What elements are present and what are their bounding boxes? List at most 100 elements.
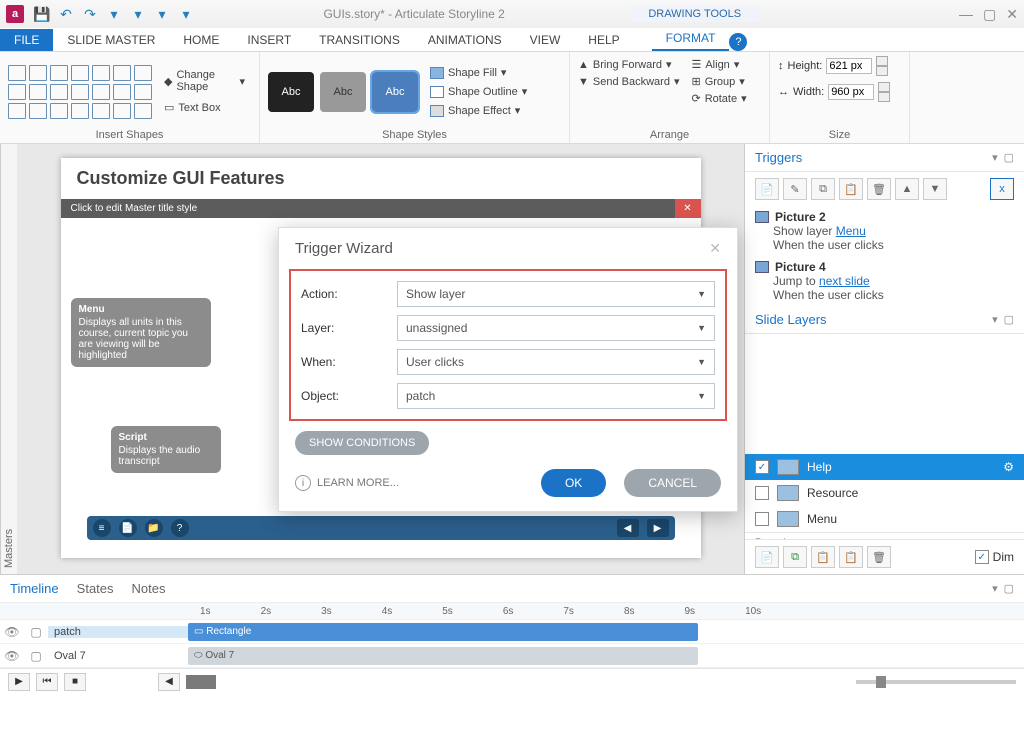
trigger-down-button[interactable]: ▼	[923, 178, 947, 200]
trigger-vars-button[interactable]: x	[990, 178, 1014, 200]
layer-delete-button[interactable]: 🗑	[867, 546, 891, 568]
trigger-link-menu[interactable]: Menu	[836, 224, 866, 238]
qat-redo-icon[interactable]: ↷	[80, 4, 100, 24]
close-icon[interactable]: ✕	[1006, 6, 1018, 23]
layer-menu[interactable]: Menu	[745, 506, 1024, 532]
align-button[interactable]: ☰ Align ▾	[691, 56, 746, 73]
tab-view[interactable]: VIEW	[516, 29, 575, 51]
layer-resource[interactable]: Resource	[745, 480, 1024, 506]
tab-slide-master[interactable]: SLIDE MASTER	[53, 29, 169, 51]
eye-icon[interactable]: 👁	[0, 625, 24, 639]
tab-states[interactable]: States	[77, 581, 114, 596]
minimize-icon[interactable]: —	[959, 6, 973, 23]
layer-select[interactable]: unassigned▼	[397, 315, 715, 341]
trigger-link-next[interactable]: next slide	[819, 274, 870, 288]
layer-visible-checkbox[interactable]	[755, 486, 769, 500]
layer-visible-checkbox[interactable]: ✓	[755, 460, 769, 474]
qat-dropdown-2[interactable]: ▾	[128, 4, 148, 24]
send-backward-button[interactable]: ▼ Send Backward ▾	[578, 73, 679, 90]
trigger-edit-button[interactable]: ✎	[783, 178, 807, 200]
tab-transitions[interactable]: TRANSITIONS	[305, 29, 414, 51]
layer-dup-button[interactable]: ⧉	[783, 546, 807, 568]
maximize-icon[interactable]: ▢	[983, 6, 996, 23]
layer-copy-button[interactable]: 📋	[811, 546, 835, 568]
width-input[interactable]	[828, 84, 874, 100]
change-shape-button[interactable]: ◆ Change Shape ▾	[158, 67, 251, 95]
tab-insert[interactable]: INSERT	[233, 29, 305, 51]
trigger-delete-button[interactable]: 🗑	[867, 178, 891, 200]
slide-bar-close-icon[interactable]: ✕	[675, 199, 701, 218]
shape-gallery[interactable]	[8, 65, 152, 119]
gear-icon[interactable]: ⚙	[1003, 460, 1014, 474]
timeline-ruler[interactable]: 1s2s3s4s5s6s7s8s9s10s	[0, 602, 1024, 620]
trigger-item-picture2[interactable]: Picture 2 Show layer Menu When the user …	[745, 206, 1024, 256]
nav-folder-icon[interactable]: 📁	[145, 519, 163, 537]
tab-home[interactable]: HOME	[169, 29, 233, 51]
height-field[interactable]: ↕ Height:	[778, 56, 888, 76]
learn-more-link[interactable]: iLEARN MORE...	[295, 475, 399, 491]
play-button[interactable]: ▶	[8, 673, 30, 691]
nav-menu-icon[interactable]: ≡	[93, 519, 111, 537]
layer-visible-checkbox[interactable]	[755, 512, 769, 526]
trigger-new-button[interactable]: 📄	[755, 178, 779, 200]
layer-new-button[interactable]: 📄	[755, 546, 779, 568]
action-select[interactable]: Show layer▼	[397, 281, 715, 307]
qat-save-icon[interactable]: 💾	[32, 4, 52, 24]
nav-next-button[interactable]: ▶	[647, 519, 669, 537]
timeline-row-oval[interactable]: 👁 ▢ Oval 7 ⬭ Oval 7	[0, 644, 1024, 668]
layer-paste-button[interactable]: 📋	[839, 546, 863, 568]
qat-dropdown-4[interactable]: ▾	[176, 4, 196, 24]
masters-sidepanel-tab[interactable]: Masters	[0, 144, 17, 574]
zoom-slider[interactable]	[856, 680, 1016, 684]
dialog-close-icon[interactable]: ✕	[709, 240, 721, 257]
height-input[interactable]	[826, 58, 872, 74]
when-select[interactable]: User clicks▼	[397, 349, 715, 375]
shape-fill-button[interactable]: Shape Fill ▾	[430, 64, 527, 81]
trigger-paste-button[interactable]: 📋	[839, 178, 863, 200]
undock-icon[interactable]: ▢	[1004, 582, 1014, 595]
nav-help-icon[interactable]: ?	[171, 519, 189, 537]
width-field[interactable]: ↔ Width:	[778, 82, 890, 102]
chevron-down-icon[interactable]: ▾	[992, 151, 998, 164]
style-swatch-2[interactable]: Abc	[320, 72, 366, 112]
undock-icon[interactable]: ▢	[1004, 151, 1014, 164]
layer-help[interactable]: ✓ Help ⚙	[745, 454, 1024, 480]
bring-forward-button[interactable]: ▲ Bring Forward ▾	[578, 56, 679, 73]
qat-dropdown-3[interactable]: ▾	[152, 4, 172, 24]
rotate-button[interactable]: ⟳ Rotate ▾	[691, 90, 746, 107]
lock-icon[interactable]: ▢	[24, 625, 48, 639]
nav-prev-button[interactable]: ◀	[617, 519, 639, 537]
scrollbar-thumb[interactable]	[186, 675, 216, 689]
tab-format[interactable]: FORMAT	[652, 27, 730, 51]
master-title-bar[interactable]: Click to edit Master title style ✕	[61, 199, 701, 218]
eye-icon[interactable]: 👁	[0, 649, 24, 663]
text-box-button[interactable]: ▭ Text Box	[158, 99, 251, 116]
cancel-button[interactable]: CANCEL	[624, 469, 721, 497]
lock-icon[interactable]: ▢	[24, 649, 48, 663]
ok-button[interactable]: OK	[541, 469, 606, 497]
qat-undo-icon[interactable]: ↶	[56, 4, 76, 24]
tab-file[interactable]: FILE	[0, 29, 53, 51]
trigger-copy-button[interactable]: ⧉	[811, 178, 835, 200]
dim-checkbox[interactable]: ✓	[975, 550, 989, 564]
tab-timeline[interactable]: Timeline	[10, 581, 59, 596]
trigger-item-picture4[interactable]: Picture 4 Jump to next slide When the us…	[745, 256, 1024, 306]
undock-icon[interactable]: ▢	[1004, 313, 1014, 326]
chevron-down-icon[interactable]: ▾	[992, 313, 998, 326]
timeline-bar-oval[interactable]: ⬭ Oval 7	[188, 647, 698, 665]
tab-help[interactable]: HELP	[574, 29, 633, 51]
shape-outline-button[interactable]: Shape Outline ▾	[430, 83, 527, 100]
rewind-button[interactable]: ⏮	[36, 673, 58, 691]
stop-button[interactable]: ■	[64, 673, 86, 691]
timeline-bar-rectangle[interactable]: ▭ Rectangle	[188, 623, 698, 641]
nav-doc-icon[interactable]: 📄	[119, 519, 137, 537]
chevron-down-icon[interactable]: ▾	[992, 582, 998, 595]
help-icon[interactable]: ?	[729, 33, 747, 51]
style-swatch-1[interactable]: Abc	[268, 72, 314, 112]
timeline-row-patch[interactable]: 👁 ▢ patch ▭ Rectangle	[0, 620, 1024, 644]
tab-notes[interactable]: Notes	[132, 581, 166, 596]
trigger-up-button[interactable]: ▲	[895, 178, 919, 200]
shape-effect-button[interactable]: Shape Effect ▾	[430, 102, 527, 119]
scroll-left-button[interactable]: ◀	[158, 673, 180, 691]
style-swatch-3[interactable]: Abc	[372, 72, 418, 112]
